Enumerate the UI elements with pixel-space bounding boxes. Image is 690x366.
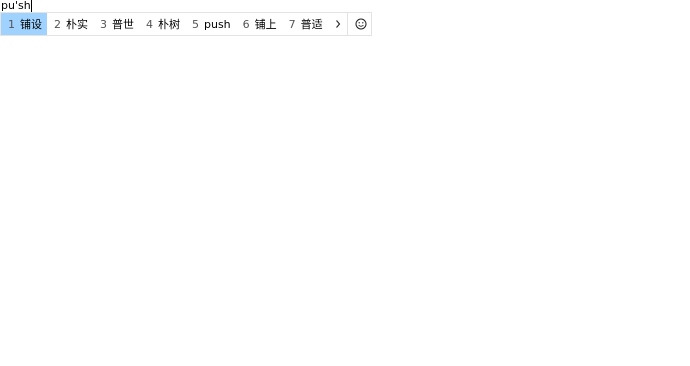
candidate-number: 5: [192, 17, 199, 31]
candidate-number: 7: [288, 17, 296, 31]
candidate-text: 朴实: [66, 18, 88, 31]
prev-page-button[interactable]: [311, 13, 329, 35]
candidate-text: 铺设: [20, 18, 42, 31]
candidate-pager: [311, 13, 374, 35]
candidate-number: 6: [242, 17, 250, 31]
candidate-5[interactable]: 5 push: [185, 13, 236, 35]
candidate-2[interactable]: 2 朴实: [47, 13, 93, 35]
candidate-list: 1 铺设 2 朴实 3 普世 4 朴树 5 push 6 铺上 7 普适: [1, 13, 323, 35]
candidate-text: 铺上: [254, 18, 277, 31]
candidate-number: 2: [54, 17, 61, 31]
candidate-number: 3: [100, 17, 107, 31]
composition-string: pu'sh: [1, 0, 31, 12]
ime-candidate-bar: 1 铺设 2 朴实 3 普世 4 朴树 5 push 6 铺上 7 普适: [0, 12, 372, 36]
candidate-text: push: [204, 17, 231, 31]
composition-text: pu'sh: [1, 0, 32, 12]
candidate-text: 朴树: [158, 18, 180, 31]
chevron-right-icon: [336, 20, 341, 28]
candidate-number: 4: [146, 17, 153, 31]
emoji-button[interactable]: [347, 13, 374, 35]
candidate-number: 1: [8, 17, 15, 31]
candidate-text: 普世: [112, 18, 134, 31]
smiley-icon: [355, 18, 367, 30]
candidate-4[interactable]: 4 朴树: [139, 13, 185, 35]
candidate-3[interactable]: 3 普世: [93, 13, 139, 35]
candidate-6[interactable]: 6 铺上: [236, 13, 282, 35]
next-page-button[interactable]: [329, 13, 347, 35]
candidate-1[interactable]: 1 铺设: [1, 13, 47, 35]
chevron-left-icon: [317, 20, 322, 28]
text-caret: [30, 0, 32, 12]
